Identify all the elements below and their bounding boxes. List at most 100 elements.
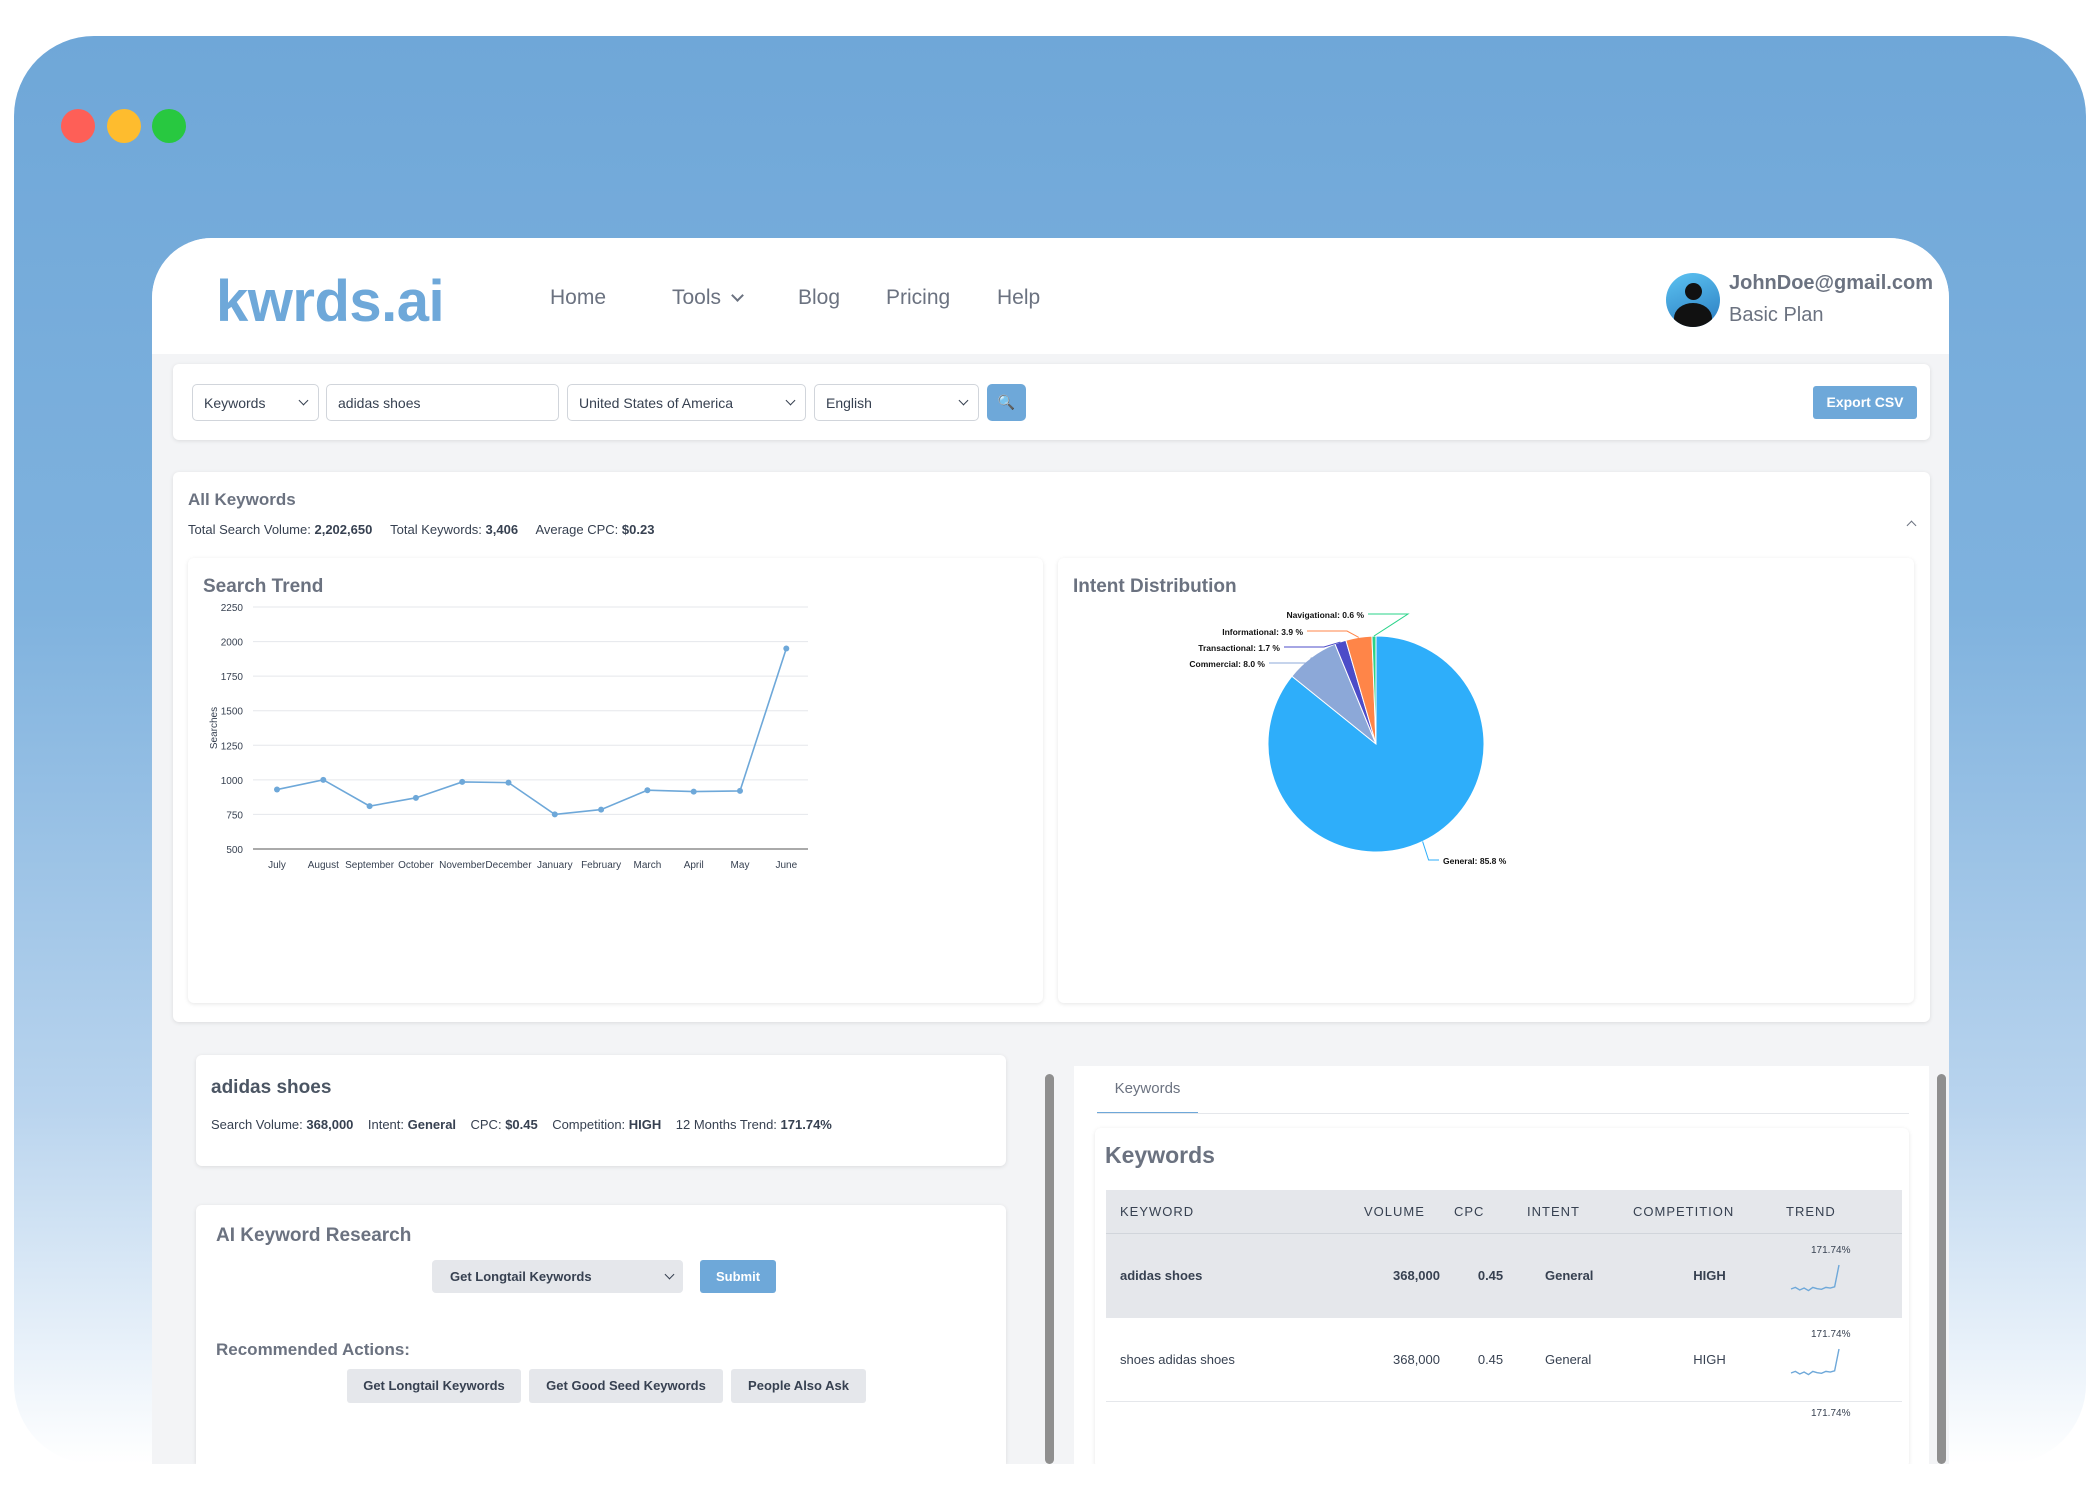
column-header-intent[interactable]: INTENT bbox=[1527, 1190, 1633, 1234]
x-tick-label: October bbox=[398, 860, 434, 871]
summary-volume: 368,000 bbox=[306, 1117, 354, 1132]
y-tick-label: 1000 bbox=[221, 776, 244, 787]
tab-divider bbox=[1097, 1113, 1909, 1114]
country-value: United States of America bbox=[579, 395, 734, 411]
nav-home[interactable]: Home bbox=[550, 286, 606, 310]
search-button[interactable]: 🔍 bbox=[987, 384, 1026, 421]
nav-help[interactable]: Help bbox=[997, 286, 1040, 310]
y-tick-label: 750 bbox=[226, 810, 243, 821]
get-good-seed-keywords-button[interactable]: Get Good Seed Keywords bbox=[529, 1369, 723, 1403]
y-tick-label: 1500 bbox=[221, 707, 244, 718]
x-tick-label: April bbox=[684, 860, 704, 871]
pie-label: Commercial: 8.0 % bbox=[1189, 659, 1265, 669]
search-type-select[interactable]: Keywords bbox=[192, 384, 319, 421]
summary-volume-label: Search Volume: bbox=[211, 1117, 303, 1132]
summary-intent: General bbox=[407, 1117, 457, 1132]
total-volume-value: 2,202,650 bbox=[314, 522, 373, 537]
y-tick-label: 2000 bbox=[221, 638, 244, 649]
user-email[interactable]: JohnDoe@gmail.com bbox=[1729, 272, 1933, 295]
all-keywords-stats: Total Search Volume: 2,202,650 Total Key… bbox=[188, 522, 654, 537]
search-icon: 🔍 bbox=[997, 394, 1016, 410]
cell-keyword: adidas shoes bbox=[1106, 1233, 1364, 1318]
export-csv-button[interactable]: Export CSV bbox=[1813, 386, 1917, 419]
y-axis-label: Searches bbox=[209, 707, 220, 749]
minimize-window-button[interactable] bbox=[107, 109, 141, 143]
avg-cpc-label: Average CPC: bbox=[535, 522, 619, 537]
ai-action-select[interactable]: Get Longtail Keywords bbox=[432, 1260, 683, 1293]
cell-competition: HIGH bbox=[1633, 1233, 1786, 1318]
x-tick-label: July bbox=[268, 860, 286, 871]
chevron-up-icon[interactable] bbox=[1906, 520, 1917, 531]
column-header-keyword[interactable]: KEYWORD bbox=[1106, 1190, 1364, 1234]
y-tick-label: 500 bbox=[226, 845, 243, 856]
left-panel-scrollbar[interactable] bbox=[1045, 1074, 1054, 1464]
cell-competition: HIGH bbox=[1633, 1317, 1786, 1402]
people-also-ask-button[interactable]: People Also Ask bbox=[731, 1369, 866, 1403]
table-row[interactable]: shoes adidas shoes 368,000 0.45 General … bbox=[1106, 1317, 1902, 1402]
total-keywords-label: Total Keywords: bbox=[390, 522, 482, 537]
pie-label: Navigational: 0.6 % bbox=[1287, 610, 1365, 620]
column-header-volume[interactable]: VOLUME bbox=[1364, 1190, 1454, 1234]
trend-value-label: 171.74% bbox=[1811, 1408, 1851, 1419]
search-bar: Keywords adidas shoes United States of A… bbox=[173, 364, 1930, 440]
chevron-down-icon bbox=[958, 395, 969, 406]
x-tick-label: June bbox=[775, 860, 797, 871]
avatar[interactable] bbox=[1666, 273, 1720, 327]
ai-keyword-research-card: AI Keyword Research Get Longtail Keyword… bbox=[196, 1205, 1006, 1464]
summary-intent-label: Intent: bbox=[367, 1117, 404, 1132]
x-tick-label: March bbox=[634, 860, 662, 871]
user-plan: Basic Plan bbox=[1729, 304, 1824, 326]
column-header-competition[interactable]: COMPETITION bbox=[1633, 1190, 1786, 1234]
data-point bbox=[737, 787, 743, 794]
table-row[interactable]: adidas shoes 368,000 0.45 General HIGH 1… bbox=[1106, 1233, 1902, 1318]
data-point bbox=[320, 776, 327, 783]
right-panel-scrollbar[interactable] bbox=[1937, 1074, 1946, 1464]
close-window-button[interactable] bbox=[61, 109, 95, 143]
get-longtail-keywords-button[interactable]: Get Longtail Keywords bbox=[347, 1369, 521, 1403]
cell-trend: 171.74% bbox=[1786, 1317, 1902, 1402]
x-tick-label: May bbox=[731, 860, 750, 871]
x-tick-label: November bbox=[439, 860, 486, 871]
cell-volume: 368,000 bbox=[1364, 1233, 1454, 1318]
column-header-trend[interactable]: TREND bbox=[1786, 1190, 1902, 1234]
trend-sparkline: 171.74% bbox=[1811, 1408, 1851, 1419]
data-point bbox=[274, 786, 280, 793]
maximize-window-button[interactable] bbox=[152, 109, 186, 143]
all-keywords-panel: All Keywords Total Search Volume: 2,202,… bbox=[173, 472, 1930, 1022]
y-tick-label: 1250 bbox=[221, 741, 244, 752]
cell-intent bbox=[1527, 1401, 1633, 1464]
nav-tools[interactable]: Tools bbox=[672, 286, 744, 310]
navbar: kwrds.ai Home Tools Blog Pricing Help Jo… bbox=[152, 238, 1949, 354]
trend-sparkline: 171.74% bbox=[1790, 1329, 1851, 1375]
data-point bbox=[598, 806, 605, 813]
x-tick-label: August bbox=[308, 860, 339, 871]
search-input[interactable]: adidas shoes bbox=[326, 384, 559, 421]
keyword-summary-card: adidas shoes Search Volume: 368,000 Inte… bbox=[196, 1055, 1006, 1166]
nav-pricing[interactable]: Pricing bbox=[886, 286, 950, 310]
logo[interactable]: kwrds.ai bbox=[216, 268, 445, 335]
pie-label: General: 85.8 % bbox=[1443, 856, 1507, 866]
table-row[interactable]: 171.74% bbox=[1106, 1401, 1902, 1464]
recommended-actions-title: Recommended Actions: bbox=[216, 1340, 410, 1359]
y-tick-label: 2250 bbox=[221, 603, 244, 614]
nav-blog[interactable]: Blog bbox=[798, 286, 840, 310]
all-keywords-title: All Keywords bbox=[188, 490, 296, 509]
summary-cpc-label: CPC: bbox=[470, 1117, 502, 1132]
submit-button[interactable]: Submit bbox=[700, 1260, 776, 1293]
summary-cpc: $0.45 bbox=[505, 1117, 538, 1132]
cell-cpc: 0.45 bbox=[1454, 1233, 1527, 1318]
chevron-down-icon bbox=[731, 289, 744, 302]
keywords-table-card: Keywords KEYWORD VOLUME CPC INTENT COMPE… bbox=[1095, 1128, 1909, 1464]
search-trend-card: Search Trend 500 750 1000 1250 1500 1750 2000 2… bbox=[188, 558, 1043, 1003]
x-tick-label: January bbox=[537, 860, 573, 871]
keywords-panel: Keywords Keywords KEYWORD VOLUME CPC INT… bbox=[1074, 1066, 1929, 1464]
trend-sparkline: 171.74% bbox=[1790, 1245, 1851, 1291]
tab-keywords[interactable]: Keywords bbox=[1097, 1071, 1198, 1114]
total-volume-label: Total Search Volume: bbox=[188, 522, 311, 537]
country-select[interactable]: United States of America bbox=[567, 384, 806, 421]
summary-stats: Search Volume: 368,000 Intent: General C… bbox=[211, 1117, 832, 1132]
y-tick-label: 1750 bbox=[221, 672, 244, 683]
column-header-cpc[interactable]: CPC bbox=[1454, 1190, 1527, 1234]
pie-leader-line bbox=[1422, 841, 1439, 861]
language-select[interactable]: English bbox=[814, 384, 979, 421]
